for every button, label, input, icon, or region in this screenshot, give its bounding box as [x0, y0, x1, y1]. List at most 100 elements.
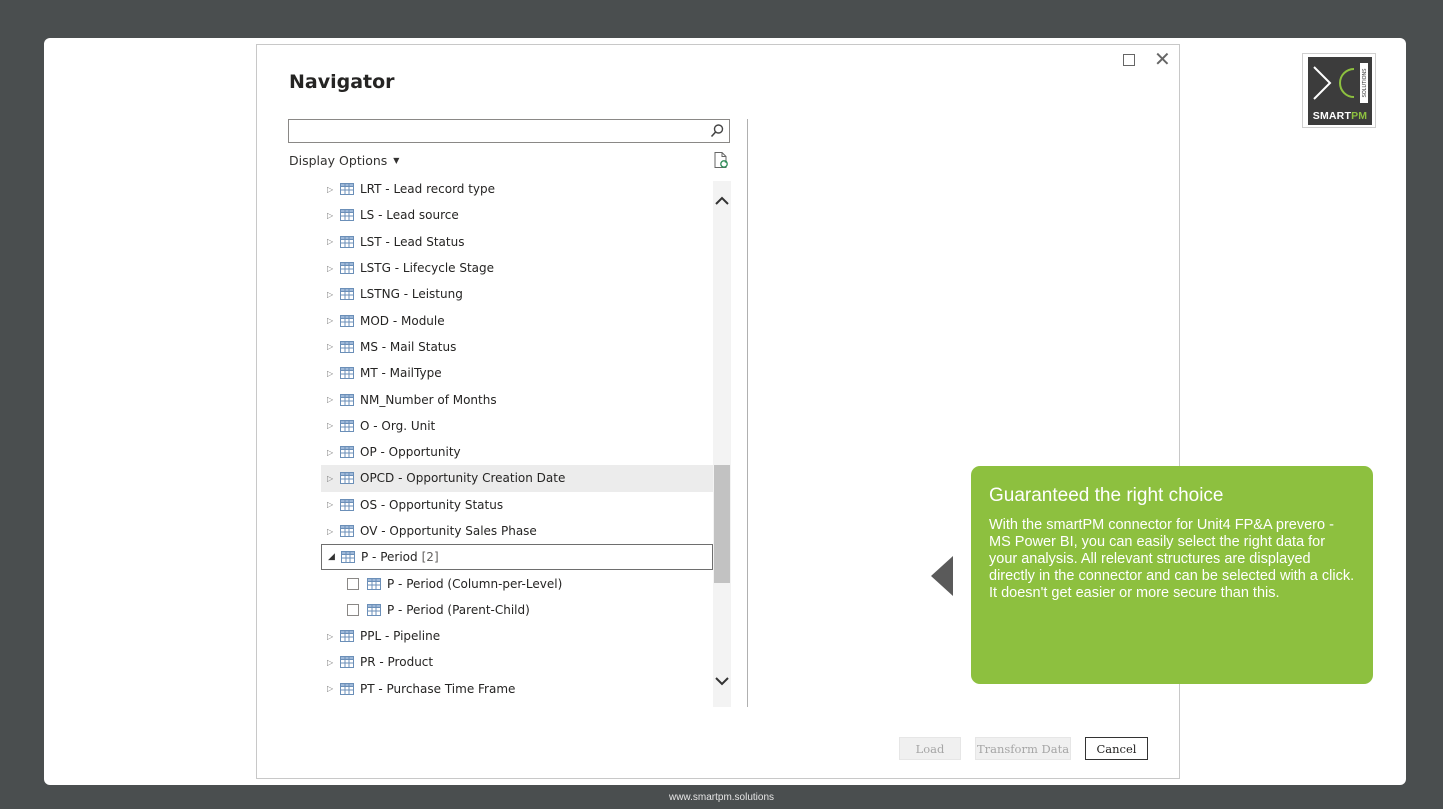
navigator-tree: ▷ LRT - Lead record type ▷ LS - Lead source… [321, 176, 713, 706]
tree-child-item[interactable]: P - Period (Column-per-Level) [321, 570, 713, 596]
collapsed-triangle-icon[interactable]: ▷ [321, 211, 335, 220]
tree-item[interactable]: ◢ P - Period [2] [321, 544, 713, 571]
scroll-up-icon[interactable] [713, 191, 731, 211]
tree-item-label: OS - Opportunity Status [360, 497, 504, 512]
collapsed-triangle-icon[interactable]: ▷ [321, 684, 335, 693]
maximize-icon[interactable] [1123, 54, 1135, 66]
tree-item-label: P - Period (Column-per-Level) [387, 576, 563, 591]
table-icon [340, 235, 354, 248]
tree-item[interactable]: ▷ LS - Lead source [321, 202, 713, 228]
transform-data-button[interactable]: Transform Data [975, 737, 1071, 760]
display-options-label: Display Options [289, 153, 388, 168]
collapsed-triangle-icon[interactable]: ▷ [321, 632, 335, 641]
collapsed-triangle-icon[interactable]: ▷ [321, 369, 335, 378]
refresh-icon[interactable] [712, 151, 730, 169]
tree-item-label: MT - MailType [360, 366, 442, 381]
logo-symbol-icon: SOLUTIONS [1313, 63, 1368, 103]
close-icon[interactable]: ✕ [1154, 49, 1171, 69]
table-icon [340, 393, 354, 406]
scroll-down-icon[interactable] [713, 671, 731, 691]
cancel-button[interactable]: Cancel [1085, 737, 1148, 760]
logo-mark: SOLUTIONS SMARTPM [1308, 57, 1372, 125]
collapsed-triangle-icon[interactable]: ▷ [321, 237, 335, 246]
vertical-scrollbar[interactable] [713, 181, 731, 707]
collapsed-triangle-icon[interactable]: ▷ [321, 264, 335, 273]
search-icon[interactable] [709, 123, 725, 139]
tree-item-label: OV - Opportunity Sales Phase [360, 524, 537, 538]
table-icon [341, 551, 355, 564]
footer-url: www.smartpm.solutions [668, 792, 775, 803]
callout-pointer-icon [931, 556, 953, 596]
tree-item-label: LSTNG - Leistung [360, 287, 463, 302]
table-icon [340, 209, 354, 222]
tree-item[interactable]: ▷ OP - Opportunity [321, 439, 713, 465]
table-icon [340, 682, 354, 695]
logo-side-text: SOLUTIONS [1362, 68, 1368, 98]
tree-item[interactable]: ▷ MOD - Module [321, 307, 713, 333]
tree-item[interactable]: ▷ OS - Opportunity Status [321, 492, 713, 518]
tree-item-label: MOD - Module [360, 313, 445, 328]
smartpm-logo: SOLUTIONS SMARTPM [1302, 53, 1376, 128]
table-icon [340, 288, 354, 301]
item-checkbox[interactable] [347, 603, 359, 616]
table-icon [340, 314, 354, 327]
table-icon [340, 262, 354, 275]
table-icon [340, 656, 354, 669]
collapsed-triangle-icon[interactable]: ▷ [321, 448, 335, 457]
table-icon [340, 630, 354, 643]
tree-item-label: MS - Mail Status [360, 339, 457, 354]
display-options-dropdown[interactable]: Display Options ▼ [289, 153, 399, 168]
tree-item-label: LS - Lead source [360, 208, 459, 223]
tree-item[interactable]: ▷ LRT - Lead record type [321, 176, 713, 202]
dialog-title: Navigator [289, 71, 395, 93]
tree-item-label: LSTG - Lifecycle Stage [360, 261, 495, 276]
logo-word-smart: SMART [1312, 110, 1352, 122]
tree-item[interactable]: ▷ PR - Product [321, 649, 713, 675]
tree-item[interactable]: ▷ NM_Number of Months [321, 386, 713, 412]
tree-item-label: OP - Opportunity [360, 445, 461, 460]
table-icon [340, 525, 354, 537]
callout-body: With the smartPM connector for Unit4 FP&… [989, 517, 1355, 601]
tree-item[interactable]: ▷ LSTNG - Leistung [321, 281, 713, 307]
collapsed-triangle-icon[interactable]: ▷ [321, 185, 335, 194]
tree-item[interactable]: ▷ OPCD - Opportunity Creation Date [321, 465, 713, 492]
search-input[interactable] [288, 119, 730, 143]
tree-item-label: LST - Lead Status [360, 234, 465, 249]
tree-item[interactable]: ▷ LST - Lead Status [321, 229, 713, 255]
collapsed-triangle-icon[interactable]: ▷ [321, 342, 335, 351]
tree-item-label: PT - Purchase Time Frame [360, 681, 516, 696]
tree-item-label: LRT - Lead record type [360, 182, 496, 197]
expanded-triangle-icon[interactable]: ◢ [322, 552, 336, 562]
tree-item[interactable]: ▷ PT - Purchase Time Frame [321, 676, 713, 702]
tree-item-label: P - Period (Parent-Child) [387, 602, 530, 617]
item-checkbox[interactable] [347, 577, 359, 590]
collapsed-triangle-icon[interactable]: ▷ [321, 500, 335, 509]
table-icon [340, 367, 354, 380]
tree-item-label: PPL - Pipeline [360, 629, 441, 644]
table-icon [340, 498, 354, 511]
tree-item[interactable]: ▷ OV - Opportunity Sales Phase [321, 518, 713, 544]
table-icon [367, 603, 381, 616]
collapsed-triangle-icon[interactable]: ▷ [321, 527, 335, 536]
table-icon [367, 577, 381, 590]
scrollbar-thumb[interactable] [714, 465, 730, 583]
tree-item-label: NM_Number of Months [360, 392, 497, 407]
collapsed-triangle-icon[interactable]: ▷ [321, 316, 335, 325]
tree-child-item[interactable]: P - Period (Parent-Child) [321, 597, 713, 623]
callout-title: Guaranteed the right choice [989, 485, 1224, 506]
collapsed-triangle-icon[interactable]: ▷ [321, 658, 335, 667]
table-icon [340, 472, 354, 485]
load-button[interactable]: Load [899, 737, 961, 760]
tree-item[interactable]: ▷ O - Org. Unit [321, 413, 713, 439]
collapsed-triangle-icon[interactable]: ▷ [321, 474, 335, 483]
tree-item[interactable]: ▷ LSTG - Lifecycle Stage [321, 255, 713, 281]
collapsed-triangle-icon[interactable]: ▷ [321, 395, 335, 404]
tree-item-label: P - Period [361, 550, 418, 565]
tree-item[interactable]: ▷ MS - Mail Status [321, 334, 713, 360]
collapsed-triangle-icon[interactable]: ▷ [321, 421, 335, 430]
table-icon [340, 340, 354, 353]
tree-item[interactable]: ▷ MT - MailType [321, 360, 713, 386]
collapsed-triangle-icon[interactable]: ▷ [321, 290, 335, 299]
pane-divider [747, 119, 748, 707]
tree-item[interactable]: ▷ PPL - Pipeline [321, 623, 713, 649]
